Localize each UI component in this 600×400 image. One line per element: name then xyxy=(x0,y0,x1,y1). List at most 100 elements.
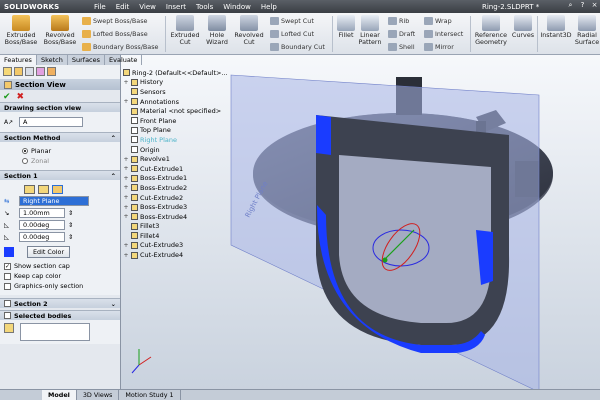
menu-view[interactable]: View xyxy=(139,3,156,11)
rib-button[interactable]: Rib xyxy=(388,17,409,25)
boundary-boss-button[interactable]: Boundary Boss/Base xyxy=(82,43,158,51)
section-name-field[interactable]: A xyxy=(19,117,83,127)
tab-model[interactable]: Model xyxy=(42,390,77,400)
zonal-radio-row[interactable]: Zonal xyxy=(4,157,116,165)
selected-bodies-group-header[interactable]: Selected bodies xyxy=(0,310,120,320)
feature-manager-icon[interactable] xyxy=(3,67,12,76)
wrap-button[interactable]: Wrap xyxy=(424,17,452,25)
keep-cap-color-checkbox[interactable] xyxy=(4,272,11,280)
search-icon[interactable]: ⌕ xyxy=(566,1,575,10)
tree-item-sensors[interactable]: Sensors xyxy=(123,87,283,97)
linear-pattern-button[interactable]: Linear Pattern xyxy=(357,15,383,46)
angle-y-field[interactable]: 0.00deg xyxy=(19,232,65,242)
fillet-button[interactable]: Fillet xyxy=(335,15,357,39)
angle-x-spinner[interactable]: ⇕ xyxy=(68,221,73,229)
close-icon[interactable]: × xyxy=(590,1,599,10)
tree-item-feature[interactable]: + Boss-Extrude2 xyxy=(123,183,283,193)
section-method-group-header[interactable]: Section Method ⌃ xyxy=(0,132,120,142)
tab-evaluate[interactable]: Evaluate xyxy=(105,55,143,65)
offset-spinner[interactable]: ⇕ xyxy=(68,209,73,217)
swept-cut-button[interactable]: Swept Cut xyxy=(270,17,314,25)
offset-field[interactable]: 1.00mm xyxy=(19,208,65,218)
drawing-section-group-header[interactable]: Drawing section view xyxy=(0,102,120,112)
dim-xpert-icon[interactable] xyxy=(36,67,45,76)
tree-item-feature[interactable]: + Cut-Extrude3 xyxy=(123,241,283,251)
section1-group-header[interactable]: Section 1 ⌃ xyxy=(0,170,120,180)
expand-icon[interactable]: ⌄ xyxy=(111,300,116,308)
zonal-radio[interactable] xyxy=(22,158,28,164)
display-manager-icon[interactable] xyxy=(47,67,56,76)
property-manager-icon[interactable] xyxy=(14,67,23,76)
keep-cap-color-row[interactable]: Keep cap color xyxy=(4,272,116,280)
graphics-only-row[interactable]: Graphics-only section xyxy=(4,282,116,290)
revolved-cut-button[interactable]: Revolved Cut xyxy=(232,15,266,46)
tree-item-feature[interactable]: Fillet4 xyxy=(123,231,283,241)
menu-window[interactable]: Window xyxy=(223,3,251,11)
tab-3d-views[interactable]: 3D Views xyxy=(77,390,120,400)
reference-geometry-button[interactable]: Reference Geometry xyxy=(473,15,509,46)
tree-item-material[interactable]: Material <not specified> xyxy=(123,106,283,116)
top-plane-button[interactable] xyxy=(38,185,49,194)
tree-item-feature[interactable]: + Revolve1 xyxy=(123,154,283,164)
angle-y-spinner[interactable]: ⇕ xyxy=(68,233,73,241)
curves-button[interactable]: Curves xyxy=(511,15,535,39)
graphics-only-checkbox[interactable] xyxy=(4,282,11,290)
menu-tools[interactable]: Tools xyxy=(196,3,213,11)
ok-check-icon[interactable]: ✔ xyxy=(3,92,11,102)
lofted-boss-button[interactable]: Lofted Boss/Base xyxy=(82,30,148,38)
radial-surface-button[interactable]: Radial Surface xyxy=(574,15,600,46)
mirror-button[interactable]: Mirror xyxy=(424,43,454,51)
tree-item-feature[interactable]: + Boss-Extrude3 xyxy=(123,202,283,212)
revolved-boss-button[interactable]: Revolved Boss/Base xyxy=(42,15,78,46)
tree-item-feature[interactable]: + Cut-Extrude4 xyxy=(123,250,283,260)
section2-group-header[interactable]: Section 2 ⌄ xyxy=(0,298,120,308)
shell-button[interactable]: Shell xyxy=(388,43,415,51)
edit-color-button[interactable]: Edit Color xyxy=(27,246,71,258)
tree-item-feature[interactable]: Fillet3 xyxy=(123,222,283,232)
intersect-button[interactable]: Intersect xyxy=(424,30,463,38)
swept-boss-button[interactable]: Swept Boss/Base xyxy=(82,17,147,25)
tree-item-feature[interactable]: + Cut-Extrude2 xyxy=(123,193,283,203)
lofted-cut-button[interactable]: Lofted Cut xyxy=(270,30,314,38)
show-section-cap-row[interactable]: ✓ Show section cap xyxy=(4,262,116,270)
angle-x-field[interactable]: 0.00deg xyxy=(19,220,65,230)
section-plane-field[interactable]: Right Plane xyxy=(19,196,89,206)
tree-item-origin[interactable]: Origin xyxy=(123,145,283,155)
planar-radio[interactable] xyxy=(22,148,28,154)
extruded-boss-button[interactable]: Extruded Boss/Base xyxy=(3,15,39,46)
menu-help[interactable]: Help xyxy=(261,3,277,11)
configuration-manager-icon[interactable] xyxy=(25,67,34,76)
draft-button[interactable]: Draft xyxy=(388,30,415,38)
tree-item-right-plane[interactable]: Right Plane xyxy=(123,135,283,145)
section2-checkbox[interactable] xyxy=(4,300,11,307)
extruded-cut-button[interactable]: Extruded Cut xyxy=(168,15,202,46)
tree-item-feature[interactable]: + Cut-Extrude1 xyxy=(123,164,283,174)
tree-item-top-plane[interactable]: Top Plane xyxy=(123,126,283,136)
selected-bodies-list[interactable] xyxy=(20,323,90,341)
front-plane-button[interactable] xyxy=(24,185,35,194)
tree-root[interactable]: Ring-2 (Default<<Default>... xyxy=(123,68,283,78)
tree-item-history[interactable]: + History xyxy=(123,78,283,88)
planar-radio-row[interactable]: Planar xyxy=(4,147,116,155)
cancel-x-icon[interactable]: ✖ xyxy=(17,92,25,102)
show-section-cap-checkbox[interactable]: ✓ xyxy=(4,262,11,270)
tree-item-feature[interactable]: + Boss-Extrude1 xyxy=(123,174,283,184)
collapse-icon[interactable]: ⌃ xyxy=(111,172,116,180)
tree-item-feature[interactable]: + Boss-Extrude4 xyxy=(123,212,283,222)
triad-handle[interactable] xyxy=(382,257,388,263)
boundary-cut-button[interactable]: Boundary Cut xyxy=(270,43,325,51)
help-icon[interactable]: ? xyxy=(578,1,587,10)
menu-file[interactable]: File xyxy=(94,3,106,11)
collapse-icon[interactable]: ⌃ xyxy=(111,134,116,142)
menu-insert[interactable]: Insert xyxy=(166,3,186,11)
hole-wizard-button[interactable]: Hole Wizard xyxy=(201,15,233,46)
tab-surfaces[interactable]: Surfaces xyxy=(68,55,106,65)
right-plane-button[interactable] xyxy=(52,185,63,194)
tab-motion-study[interactable]: Motion Study 1 xyxy=(119,390,181,400)
menu-edit[interactable]: Edit xyxy=(116,3,130,11)
tree-item-annotations[interactable]: + Annotations xyxy=(123,97,283,107)
instant3d-button[interactable]: Instant3D xyxy=(539,15,573,39)
selected-bodies-checkbox[interactable] xyxy=(4,312,11,319)
tab-features[interactable]: Features xyxy=(0,55,37,65)
tree-item-front-plane[interactable]: Front Plane xyxy=(123,116,283,126)
